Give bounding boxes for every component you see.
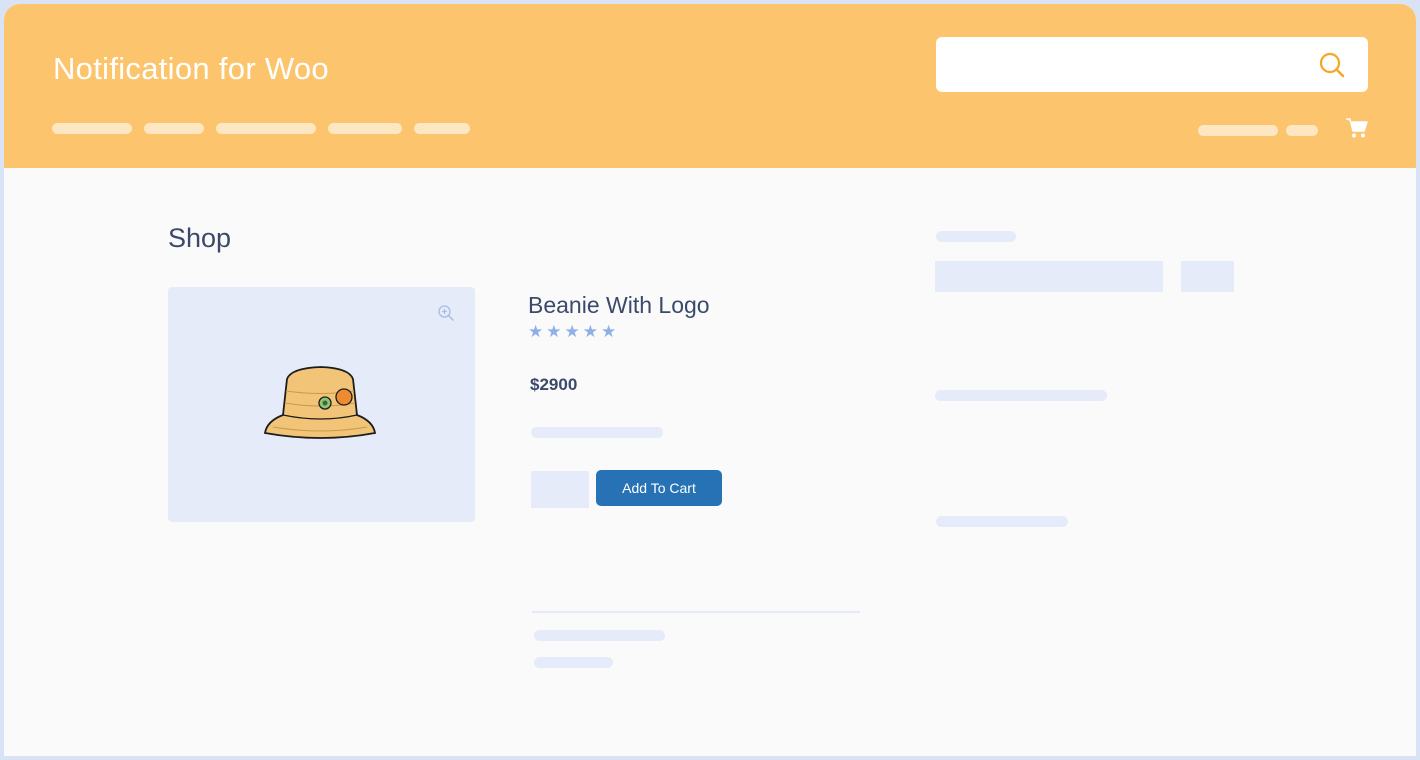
page-title: Shop (168, 223, 232, 253)
star-icon: ★ (564, 322, 580, 341)
text-placeholder (534, 657, 613, 668)
quantity-input[interactable] (531, 471, 589, 508)
search-input[interactable] (936, 37, 1368, 92)
product-name[interactable]: Beanie With Logo (528, 292, 710, 319)
nav-item-placeholder[interactable] (328, 123, 402, 134)
star-icon: ★ (528, 322, 544, 341)
add-to-cart-button[interactable]: Add To Cart (596, 470, 722, 506)
nav-item-placeholder[interactable] (414, 123, 470, 134)
site-title[interactable]: Notification for Woo (53, 51, 329, 87)
sidebar-heading-placeholder (936, 231, 1016, 242)
sidebar-search-button-placeholder[interactable] (1181, 261, 1234, 292)
account-link-placeholder[interactable] (1286, 125, 1318, 136)
product-price: $2900 (530, 375, 578, 394)
sidebar-text-placeholder (935, 390, 1107, 401)
star-icon: ★ (546, 322, 562, 341)
nav-item-placeholder[interactable] (52, 123, 132, 134)
sidebar-search-field-placeholder[interactable] (935, 261, 1163, 292)
divider (532, 611, 860, 613)
product-image[interactable] (168, 287, 475, 522)
star-icon: ★ (601, 322, 617, 341)
page-frame: Notification for Woo Shop Beanie With Lo… (4, 4, 1416, 756)
nav-item-placeholder[interactable] (216, 123, 316, 134)
text-placeholder (531, 427, 663, 438)
text-placeholder (534, 630, 665, 641)
search-icon[interactable] (1318, 51, 1346, 79)
site-header: Notification for Woo (4, 4, 1416, 168)
zoom-icon[interactable] (437, 304, 455, 322)
account-link-placeholder[interactable] (1198, 125, 1278, 136)
star-icon: ★ (582, 322, 598, 341)
star-rating: ★ ★ ★ ★ ★ (528, 322, 616, 342)
nav-item-placeholder[interactable] (144, 123, 204, 134)
cart-icon[interactable] (1345, 117, 1369, 139)
bucket-hat-image (263, 366, 377, 439)
sidebar-text-placeholder (936, 516, 1068, 527)
